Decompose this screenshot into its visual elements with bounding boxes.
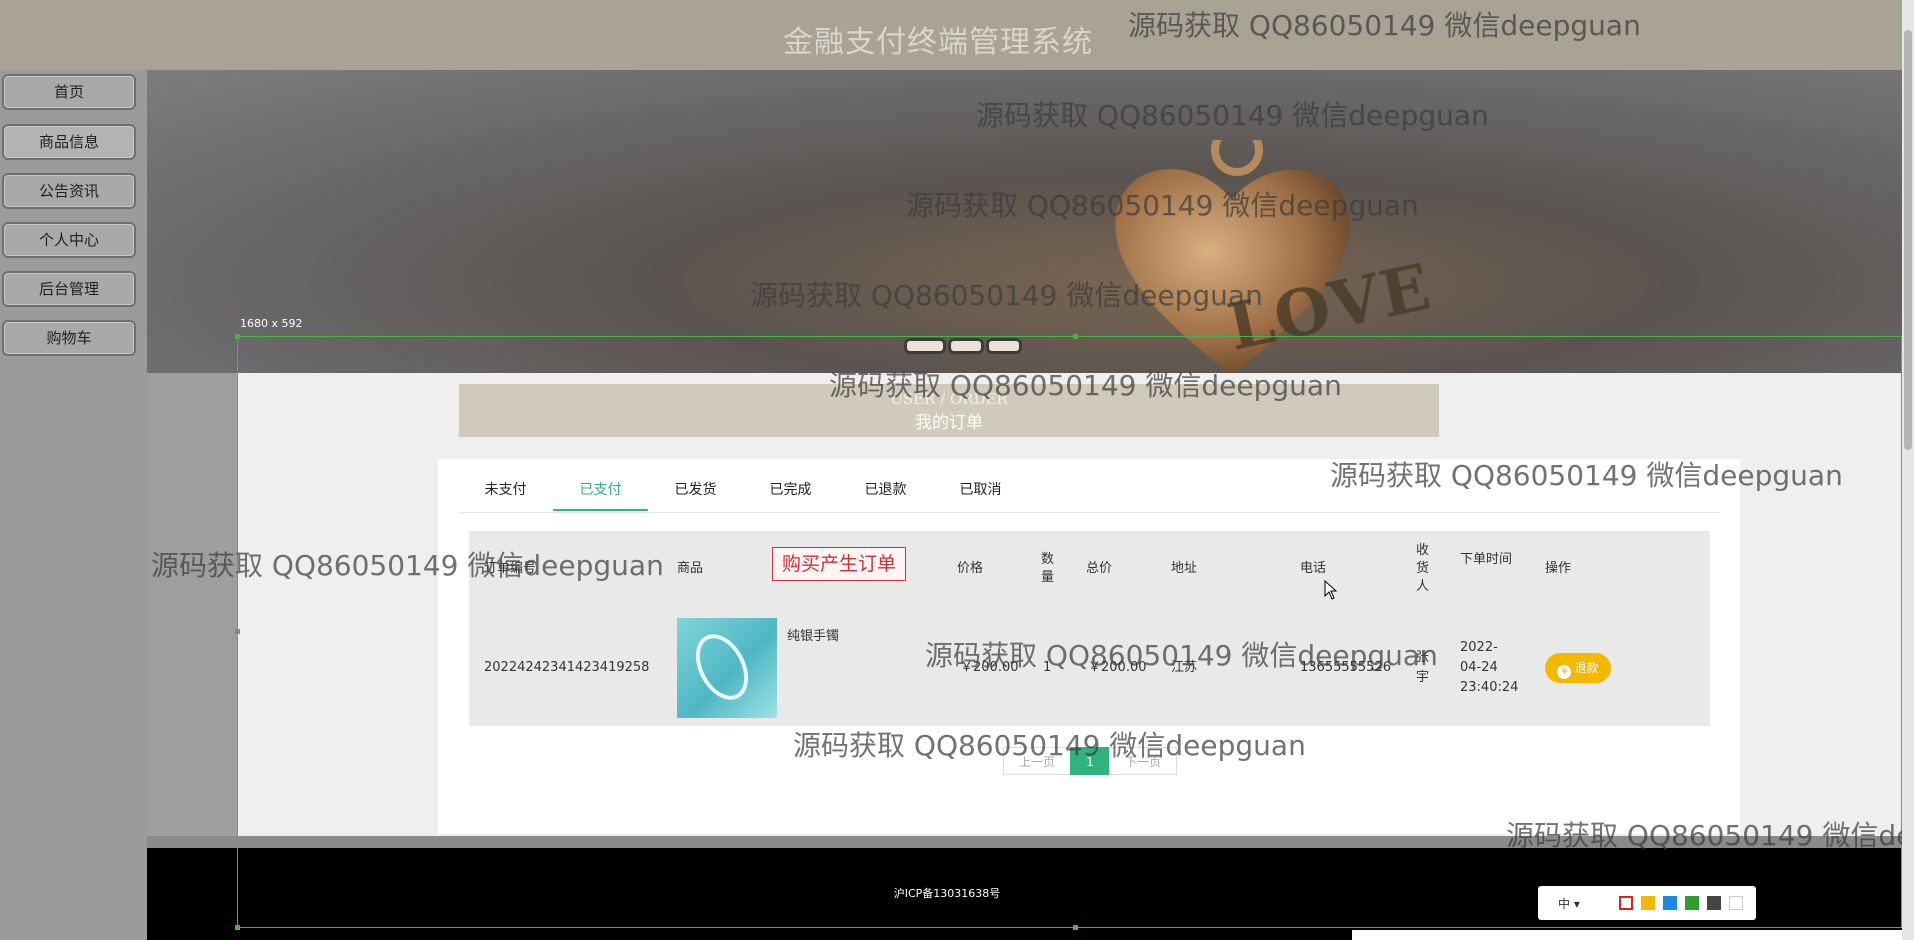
tab-paid[interactable]: 已支付 (553, 478, 648, 511)
cell-product-name[interactable]: 纯银手镯 (787, 627, 839, 647)
color-swatch-dark[interactable] (1707, 896, 1721, 910)
sidebar-item-profile[interactable]: 个人中心 (2, 222, 136, 258)
color-swatch-red[interactable] (1619, 896, 1633, 910)
tab-shipped[interactable]: 已发货 (648, 478, 743, 502)
carousel-dot[interactable] (948, 338, 984, 354)
sidebar: 首页 商品信息 公告资讯 个人中心 后台管理 购物车 (0, 70, 147, 940)
capture-toolbar: 中 ▾ (1538, 886, 1756, 920)
cell-phone: 13655555526 (1300, 660, 1391, 675)
selection-handle[interactable] (1073, 334, 1078, 339)
taskbar-strip (1352, 930, 1902, 940)
cell-receiver: 张宇 (1416, 650, 1430, 685)
cell-qty: 1 (1043, 660, 1052, 675)
refund-button[interactable]: ¥ 退款 (1545, 653, 1611, 683)
mouse-cursor-icon (1324, 580, 1338, 600)
th-phone: 电话 (1300, 561, 1327, 576)
th-action: 操作 (1545, 561, 1572, 576)
cell-total: ￥200.00 (1088, 660, 1147, 675)
sidebar-item-admin[interactable]: 后台管理 (2, 271, 136, 307)
next-page-button[interactable]: 下一页 (1109, 747, 1177, 775)
top-header: 金融支付终端管理系统 (0, 0, 1902, 70)
th-total: 总价 (1086, 561, 1113, 576)
selection-handle[interactable] (1073, 925, 1078, 930)
carousel-dot[interactable] (904, 338, 946, 354)
yen-icon: ¥ (1557, 665, 1572, 679)
carousel-indicators[interactable] (904, 338, 1024, 358)
annotation-label: 购买产生订单 (772, 547, 906, 581)
th-product: 商品 (677, 561, 704, 576)
bracelet-image (685, 625, 759, 709)
site-title: 金融支付终端管理系统 (783, 25, 1093, 60)
prev-page-button[interactable]: 上一页 (1003, 747, 1071, 775)
section-title-zh: 我的订单 (915, 413, 983, 433)
tab-unpaid[interactable]: 未支付 (458, 478, 553, 502)
selection-handle[interactable] (235, 334, 240, 339)
sidebar-item-cart[interactable]: 购物车 (2, 320, 136, 356)
color-swatch-blue[interactable] (1663, 896, 1677, 910)
carousel-dot[interactable] (986, 338, 1022, 354)
color-swatch-yellow[interactable] (1641, 896, 1655, 910)
banner-carousel[interactable]: LOVE (147, 70, 1902, 373)
section-title-en: USER / ORDER (890, 390, 1008, 408)
selection-handle[interactable] (235, 629, 240, 634)
color-swatch-white[interactable] (1729, 896, 1743, 910)
page-scrollbar[interactable] (1902, 0, 1914, 940)
th-price: 价格 (957, 561, 984, 576)
th-receiver: 收货人 (1416, 543, 1430, 594)
th-qty: 数量 (1041, 552, 1055, 585)
th-address: 地址 (1171, 561, 1198, 576)
scrollbar-thumb[interactable] (1904, 30, 1912, 450)
color-swatch-green[interactable] (1685, 896, 1699, 910)
cell-price: ￥200.00 (960, 660, 1019, 675)
tab-completed[interactable]: 已完成 (743, 478, 838, 502)
section-title: USER / ORDER 我的订单 (459, 384, 1439, 437)
tab-cancelled[interactable]: 已取消 (933, 478, 1028, 502)
product-thumbnail[interactable] (677, 618, 777, 718)
cell-address: 江苏 (1171, 660, 1198, 675)
sidebar-item-news[interactable]: 公告资讯 (2, 173, 136, 209)
selection-size-label: 1680 x 592 (240, 317, 303, 330)
cell-order-no: 20224242341423419258 (484, 660, 650, 675)
font-size-select[interactable]: 中 ▾ (1558, 895, 1580, 912)
order-status-tabs: 未支付 已支付 已发货 已完成 已退款 已取消 (458, 478, 1720, 513)
refund-label: 退款 (1574, 661, 1599, 675)
sidebar-item-home[interactable]: 首页 (2, 74, 136, 110)
tab-refunded[interactable]: 已退款 (838, 478, 933, 502)
selection-handle[interactable] (235, 925, 240, 930)
cell-order-time: 2022-04-24 23:40:24 (1460, 640, 1519, 695)
page-1-button[interactable]: 1 (1070, 747, 1110, 775)
th-order-no: 订单编号 (484, 561, 537, 576)
footer-icp: 沪ICP备13031638号 (893, 887, 1001, 900)
th-order-time: 下单时间 (1460, 552, 1513, 567)
sidebar-item-products[interactable]: 商品信息 (2, 124, 136, 160)
